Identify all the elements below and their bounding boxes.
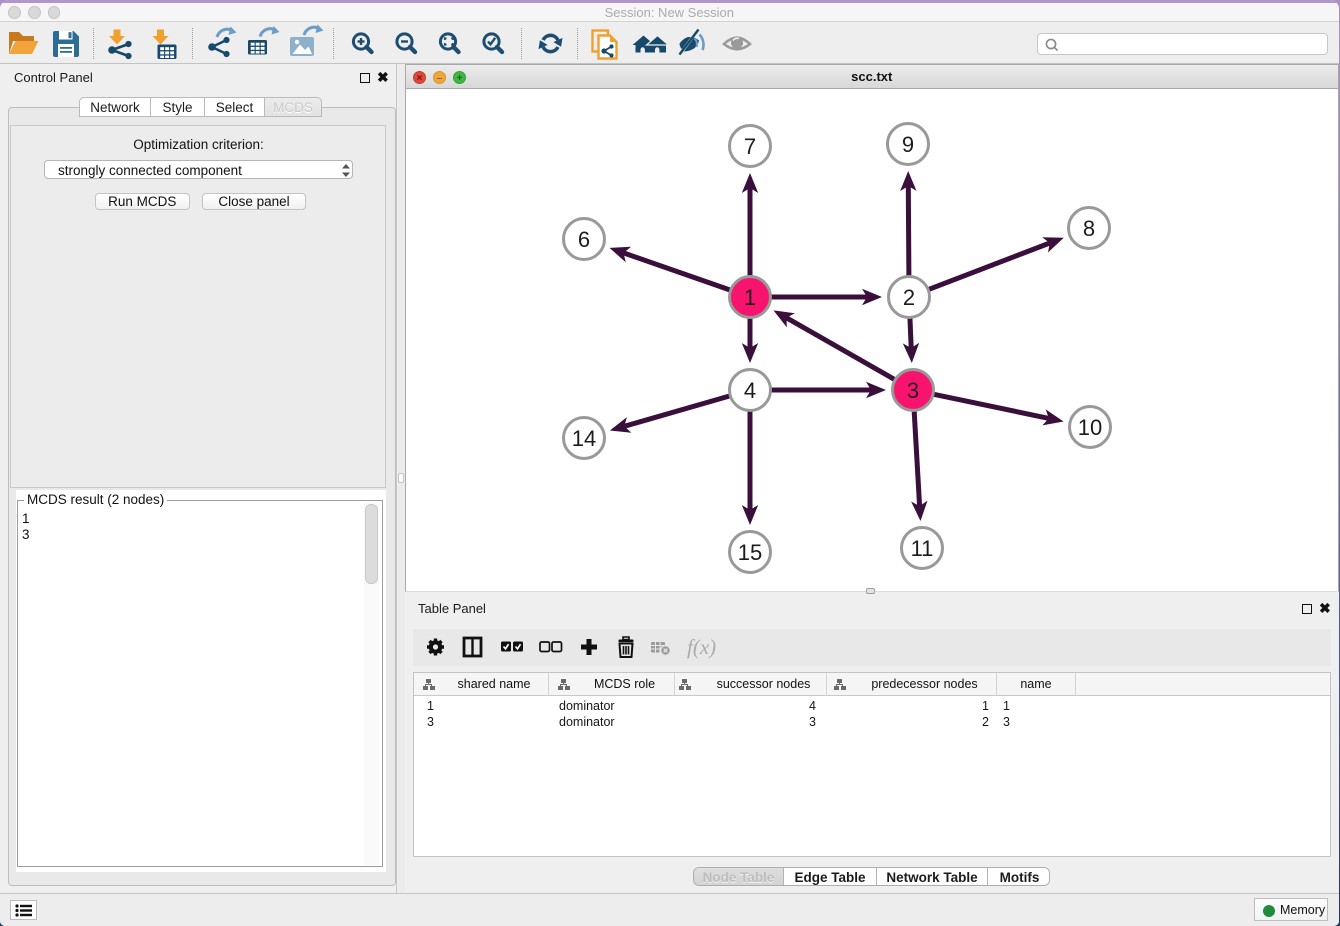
- svg-text:2: 2: [903, 285, 915, 310]
- svg-text:4: 4: [744, 378, 756, 403]
- svg-text:10: 10: [1078, 415, 1102, 440]
- svg-text:1: 1: [744, 285, 756, 310]
- svg-text:7: 7: [744, 134, 756, 159]
- svg-text:8: 8: [1083, 216, 1095, 241]
- svg-text:14: 14: [572, 426, 596, 451]
- svg-text:11: 11: [911, 536, 934, 561]
- svg-text:f(x): f(x): [687, 635, 716, 659]
- svg-text:15: 15: [738, 540, 762, 565]
- svg-text:3: 3: [907, 378, 919, 403]
- svg-text:9: 9: [902, 132, 914, 157]
- svg-text:6: 6: [578, 227, 590, 252]
